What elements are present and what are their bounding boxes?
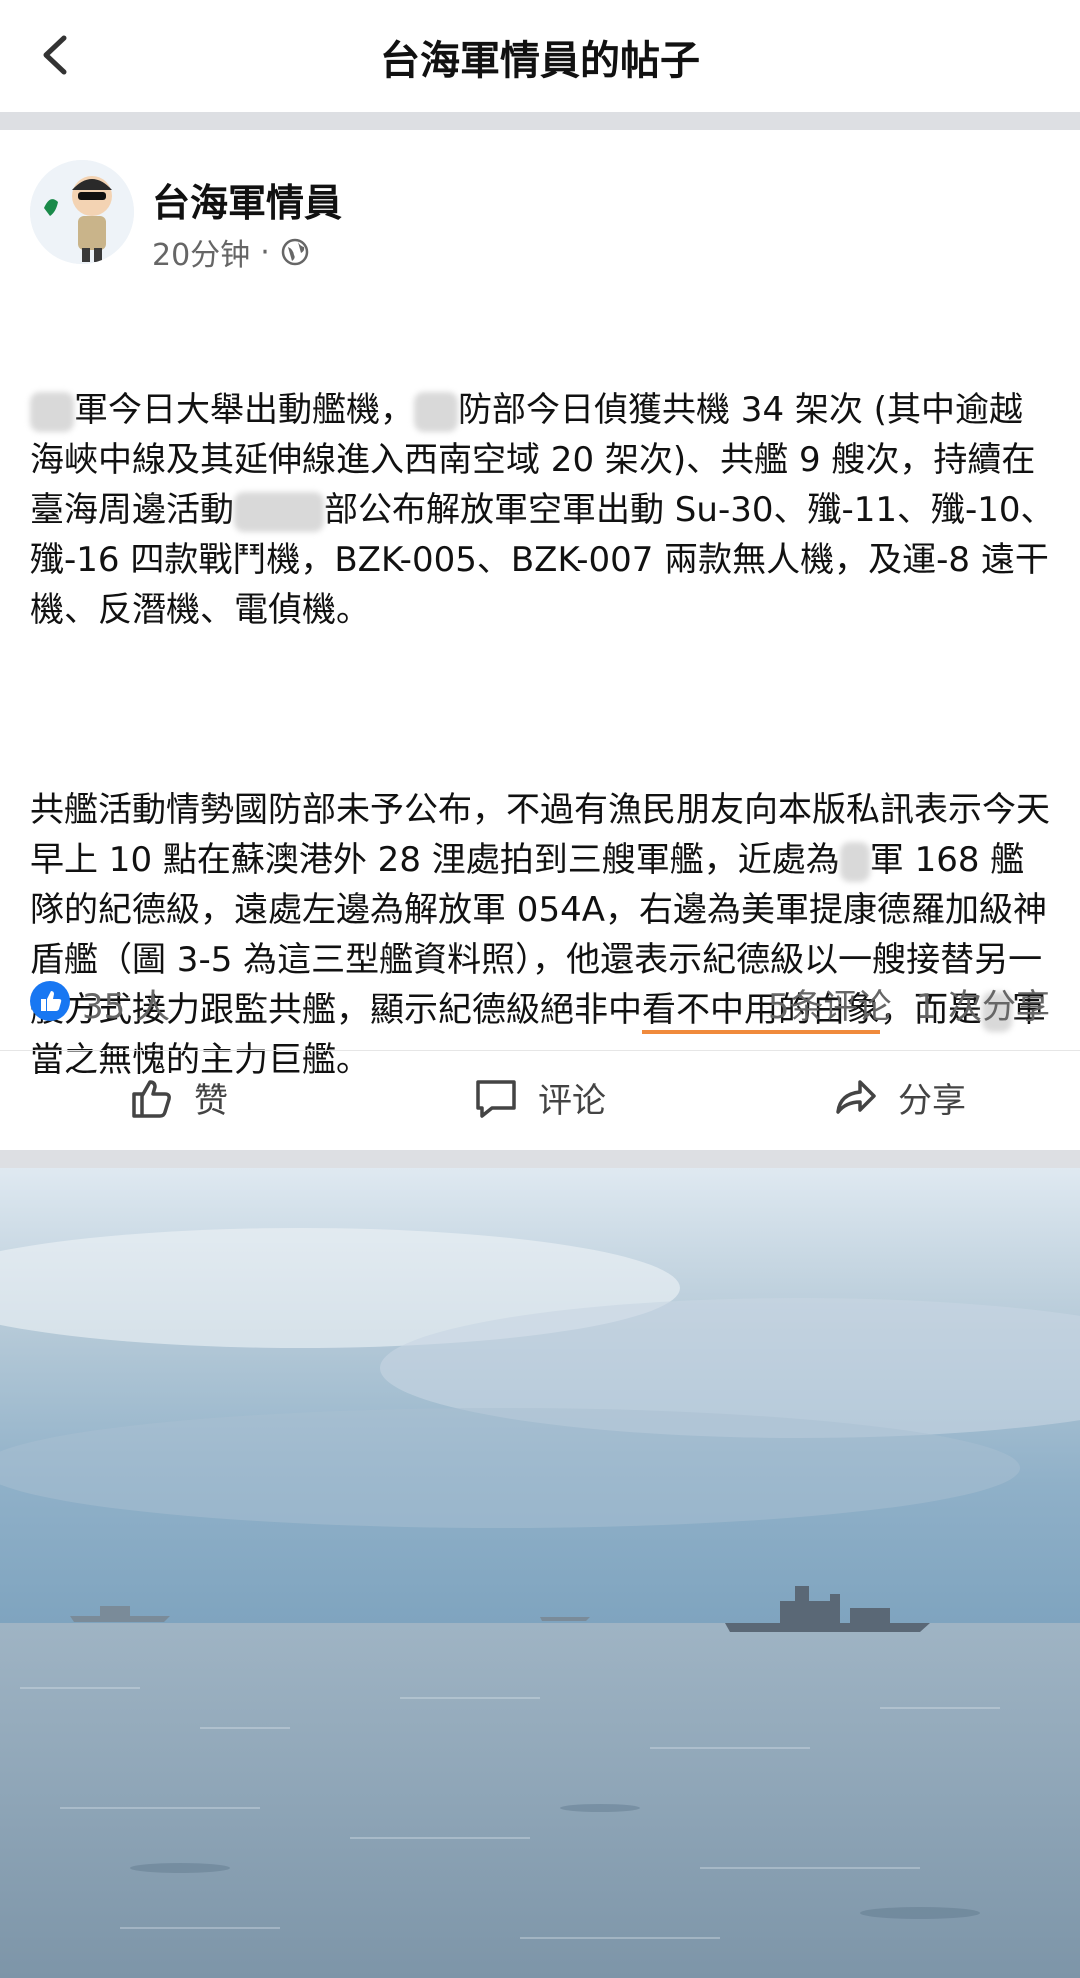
separator (0, 112, 1080, 130)
top-bar: 台海軍情員的帖子 (0, 0, 1080, 110)
thumbs-up-icon (132, 1079, 171, 1118)
blurred-text (30, 391, 74, 432)
blurred-text (234, 491, 324, 532)
post-time: 20分钟 (152, 238, 251, 273)
meta-dot: · (260, 234, 270, 270)
post-paragraph: 共艦活動情勢國防部未予公布，不過有漁民朋友向本版私訊表示今天早上 10 點在蘇澳… (30, 785, 1055, 1085)
share-icon (836, 1079, 876, 1114)
like-count[interactable]: 35 人 (82, 979, 170, 1028)
author-name[interactable]: 台海軍情員 (152, 172, 342, 227)
separator (0, 1150, 1080, 1168)
reaction-stats: 35 人 5条评论 1 次分享 (0, 975, 1080, 1035)
globe-icon (281, 238, 308, 266)
blurred-text (839, 841, 870, 882)
like-label: 赞 (194, 1081, 228, 1121)
like-button[interactable]: 赞 (128, 1073, 228, 1122)
comment-button[interactable]: 评论 (472, 1073, 606, 1122)
comment-label: 评论 (538, 1081, 606, 1121)
page-title: 台海軍情員的帖子 (380, 38, 700, 84)
comment-count[interactable]: 5条评论 (768, 987, 892, 1027)
share-count[interactable]: 1 次分享 (916, 987, 1050, 1027)
post-photo[interactable] (0, 1168, 1080, 1978)
share-button[interactable]: 分享 (832, 1073, 966, 1122)
post-text: 軍今日大舉出動艦機， (74, 390, 414, 430)
post-header: 台海軍情員 20分钟 · (0, 130, 1080, 280)
blurred-text (414, 391, 458, 432)
action-bar: 赞 评论 分享 (0, 1050, 1080, 1151)
thumbs-up-badge-icon (30, 981, 70, 1021)
post-paragraph: 軍今日大舉出動艦機， 防部今日偵獲共機 34 架次 (其中逾越海峽中線及其延伸線進… (30, 385, 1055, 635)
post-meta: 20分钟 · (152, 230, 310, 274)
avatar[interactable] (30, 160, 134, 264)
share-label: 分享 (898, 1081, 966, 1121)
engagement-counts: 5条评论 1 次分享 (744, 979, 1050, 1028)
comment-icon (476, 1079, 516, 1118)
